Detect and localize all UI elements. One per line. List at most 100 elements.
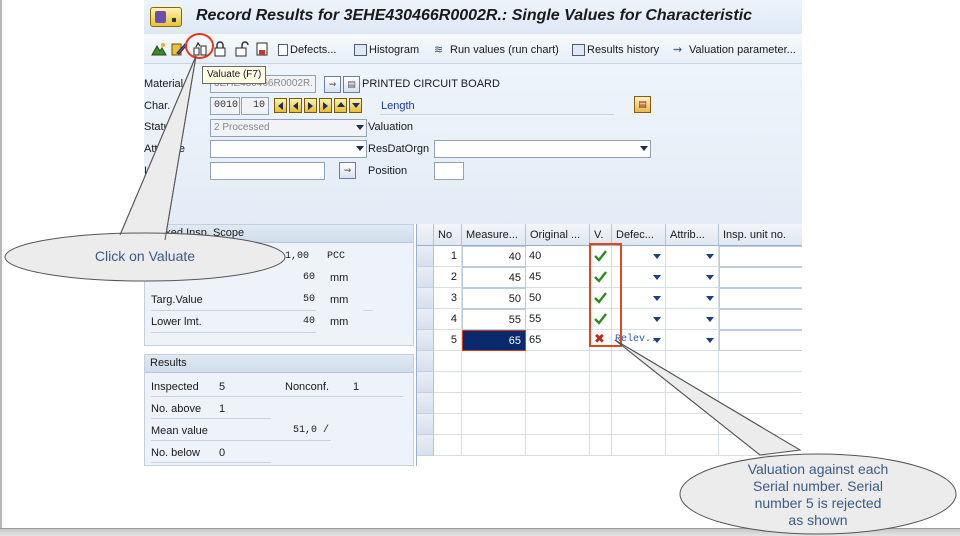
- row-selector[interactable]: [417, 414, 434, 435]
- column-header-insp-unit-no[interactable]: Insp. unit no.: [719, 224, 802, 246]
- run-values-button[interactable]: ≋ Run values (run chart): [434, 42, 559, 58]
- cell-defect[interactable]: Relev..: [612, 330, 666, 351]
- cell-attribute[interactable]: [666, 288, 719, 309]
- cell-original-value: 40: [526, 246, 590, 267]
- cell-defect[interactable]: [612, 267, 666, 288]
- edit-pencil-icon[interactable]: [171, 41, 187, 57]
- defects-button[interactable]: Defects...: [278, 42, 336, 58]
- cell-valuation: [590, 309, 612, 330]
- lower-limit-label: Lower lmt.: [151, 316, 202, 328]
- info-valuation-icon[interactable]: ⇝: [339, 162, 356, 179]
- row-selector[interactable]: [417, 267, 434, 288]
- cell-attribute[interactable]: [666, 267, 719, 288]
- position-field[interactable]: [434, 162, 464, 180]
- histogram-button[interactable]: Histogram: [354, 42, 419, 58]
- next-record-button[interactable]: [304, 98, 317, 113]
- results-history-icon: [572, 44, 585, 56]
- material-valuation-icon[interactable]: ⇝: [324, 76, 341, 93]
- document-save-icon[interactable]: [254, 41, 270, 57]
- row-selector[interactable]: [417, 246, 434, 267]
- accepted-check-icon: [594, 250, 607, 262]
- column-header-defect[interactable]: Defec...: [612, 224, 666, 246]
- column-header-attribute[interactable]: Attrib...: [666, 224, 719, 246]
- material-copy-icon[interactable]: ▤: [343, 76, 360, 93]
- mean-value-label: Mean value: [151, 425, 208, 437]
- specification-panel: : Fixed Insp. Scope 1,00 PCC 60 mm Targ.…: [144, 224, 414, 346]
- window-frame-bottom: [0, 528, 960, 536]
- cell-attribute[interactable]: [666, 246, 719, 267]
- mountain-icon[interactable]: [151, 41, 167, 57]
- valuate-icon[interactable]: [192, 41, 208, 57]
- cell-measured-value[interactable]: 40: [462, 246, 526, 267]
- cell-no: 3: [434, 288, 462, 309]
- long-text-icon[interactable]: ▤: [634, 96, 651, 113]
- resdatorgn-select[interactable]: [434, 140, 651, 158]
- lower-limit-value: 40: [303, 316, 316, 327]
- cell-defect[interactable]: [612, 309, 666, 330]
- cell-no: 4: [434, 309, 462, 330]
- cell-defect[interactable]: [612, 246, 666, 267]
- upper-limit-unit: mm: [330, 272, 349, 284]
- results-history-button[interactable]: Results history: [572, 42, 659, 58]
- column-header-original-value[interactable]: Original ...: [526, 224, 590, 246]
- char-field[interactable]: 0010: [210, 97, 240, 115]
- char-description-underline: [380, 114, 614, 115]
- row-selector[interactable]: [417, 309, 434, 330]
- sample-value: 1,00: [285, 251, 310, 262]
- cell-insp-unit-no[interactable]: [719, 288, 802, 309]
- info-field[interactable]: [210, 162, 325, 180]
- target-dash: [363, 310, 373, 311]
- cell-attribute[interactable]: [666, 309, 719, 330]
- cell-measured-value[interactable]: 45: [462, 267, 526, 288]
- cell-measured-value[interactable]: 55: [462, 309, 526, 330]
- column-header-no[interactable]: No: [434, 224, 462, 246]
- cell-original-value: [526, 351, 590, 372]
- cell-attribute[interactable]: [666, 330, 719, 351]
- scroll-down-button[interactable]: [349, 98, 362, 113]
- unlock-icon[interactable]: [233, 41, 249, 57]
- results-panel: Results Inspected 5 Nonconf. 1 No. above…: [144, 354, 414, 466]
- attribute-label: Attribute: [144, 143, 185, 155]
- cell-valuation: [590, 351, 612, 372]
- scroll-up-button[interactable]: [334, 98, 347, 113]
- status-select[interactable]: 2 Processed: [210, 119, 367, 137]
- cell-original-value: 50: [526, 288, 590, 309]
- cell-measured-value[interactable]: 50: [462, 288, 526, 309]
- cell-insp-unit-no[interactable]: [719, 267, 802, 288]
- valuate-tooltip: Valuate (F7): [202, 66, 267, 84]
- select-all-header[interactable]: [417, 224, 434, 246]
- row-selector[interactable]: [417, 435, 434, 456]
- transaction-menu-icon[interactable]: [150, 7, 182, 27]
- row-selector[interactable]: [417, 372, 434, 393]
- row-selector[interactable]: [417, 330, 434, 351]
- column-header-valuation[interactable]: V.: [590, 224, 612, 246]
- cell-no: [434, 393, 462, 414]
- cell-attribute: [666, 351, 719, 372]
- cell-insp-unit-no[interactable]: [719, 330, 802, 351]
- attribute-select[interactable]: [210, 140, 367, 158]
- cell-valuation: ✖: [590, 330, 612, 351]
- cell-insp-unit-no[interactable]: [719, 246, 802, 267]
- last-record-button[interactable]: [319, 98, 332, 113]
- first-record-button[interactable]: [274, 98, 287, 113]
- column-header-measured-value[interactable]: Measure...: [462, 224, 526, 246]
- lock-icon[interactable]: [212, 41, 228, 57]
- cell-attribute: [666, 393, 719, 414]
- cell-defect[interactable]: [612, 288, 666, 309]
- cell-no: 5: [434, 330, 462, 351]
- valuation-callout-line-1: Valuation against each: [747, 461, 889, 477]
- cell-original-value: 45: [526, 267, 590, 288]
- lower-underline: [151, 332, 316, 333]
- no-above-label: No. above: [151, 403, 202, 415]
- row-selector[interactable]: [417, 393, 434, 414]
- cell-insp-unit-no[interactable]: [719, 309, 802, 330]
- row-selector[interactable]: [417, 351, 434, 372]
- valuation-parameter-button[interactable]: ⇝ Valuation parameter...: [673, 42, 796, 58]
- char-index-field[interactable]: 10: [241, 97, 269, 115]
- no-above-underline: [151, 418, 271, 419]
- mean-value-underline: [151, 440, 331, 441]
- cell-no: [434, 351, 462, 372]
- previous-record-button[interactable]: [289, 98, 302, 113]
- cell-measured-value[interactable]: 65: [462, 330, 526, 351]
- row-selector[interactable]: [417, 288, 434, 309]
